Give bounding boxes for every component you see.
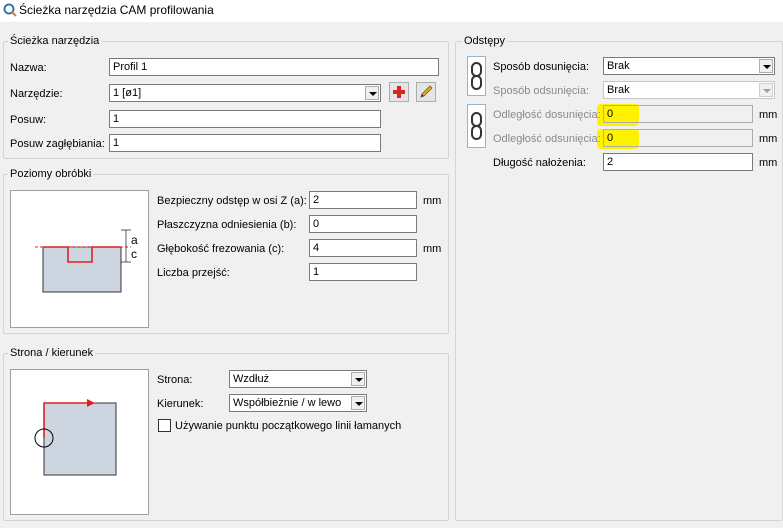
side-select[interactable]: Wzdłuż — [229, 370, 367, 388]
chevron-down-icon — [759, 59, 773, 73]
chevron-down-icon — [351, 396, 365, 410]
direction-select[interactable]: Współbieżnie / w lewo — [229, 394, 367, 412]
side-group-label: Strona / kierunek — [8, 347, 96, 360]
chevron-down-icon — [351, 372, 365, 386]
retract-method-select[interactable]: Brak — [603, 81, 775, 99]
approach-link-button[interactable] — [467, 56, 486, 96]
milling-depth-label: Głębokość frezowania (c): — [157, 243, 285, 255]
app-q-icon — [3, 3, 17, 17]
reference-plane-label: Płaszczyzna odniesienia (b): — [157, 219, 297, 231]
retract-distance-label: Odległość odsunięcia: — [493, 133, 601, 145]
tool-select[interactable]: 1 [ø1] — [109, 84, 381, 102]
plunge-input[interactable]: 1 — [109, 134, 381, 152]
edit-tool-button[interactable] — [416, 82, 436, 102]
levels-diagram: a c — [10, 190, 149, 328]
approach-method-value: Brak — [607, 60, 630, 72]
overlap-length-unit: mm — [759, 157, 778, 169]
chain-link-icon — [471, 112, 482, 140]
feed-label: Posuw: — [10, 114, 47, 126]
approach-distance-input[interactable]: 0 — [603, 105, 753, 123]
approach-method-label: Sposób dosunięcia: — [493, 61, 590, 73]
safe-distance-unit: mm — [423, 195, 442, 207]
direction-label: Kierunek: — [157, 398, 204, 410]
passes-label: Liczba przejść: — [157, 267, 230, 279]
toolpath-group-label: Ścieżka narzędzia — [8, 35, 102, 48]
window-title: Ścieżka narzędzia CAM profilowania — [19, 3, 214, 17]
reference-plane-input[interactable]: 0 — [309, 215, 417, 233]
tool-label: Narzędzie: — [10, 88, 63, 100]
approach-distance-unit: mm — [759, 109, 778, 121]
polyline-start-label: Używanie punktu początkowego linii łaman… — [175, 420, 402, 432]
offsets-group-label: Odstępy — [462, 35, 507, 48]
name-label: Nazwa: — [10, 62, 47, 74]
milling-depth-input[interactable]: 4 — [309, 239, 417, 257]
title-bar: Ścieżka narzędzia CAM profilowania — [0, 0, 783, 22]
overlap-length-input[interactable]: 2 — [603, 153, 753, 171]
direction-select-value: Współbieżnie / w lewo — [233, 397, 342, 409]
retract-distance-unit: mm — [759, 133, 778, 145]
chain-link-icon — [471, 62, 482, 90]
polyline-start-checkbox[interactable] — [158, 419, 171, 432]
retract-distance-input[interactable]: 0 — [603, 129, 753, 147]
levels-diagram-drawing: a c — [35, 229, 138, 293]
safe-distance-input[interactable]: 2 — [309, 191, 417, 209]
retract-method-label: Sposób odsunięcia: — [493, 85, 590, 97]
milling-depth-unit: mm — [423, 243, 442, 255]
side-diagram-drawing — [34, 399, 117, 476]
approach-distance-label: Odległość dosunięcia: — [493, 109, 601, 121]
name-input[interactable]: Profil 1 — [109, 58, 439, 76]
approach-method-select[interactable]: Brak — [603, 57, 775, 75]
retract-method-value: Brak — [607, 84, 630, 96]
distance-link-button[interactable] — [467, 104, 486, 148]
chevron-down-icon — [759, 83, 773, 97]
chevron-down-icon — [365, 86, 379, 100]
passes-input[interactable]: 1 — [309, 263, 417, 281]
overlap-length-label: Długość nałożenia: — [493, 157, 586, 169]
pencil-icon — [420, 85, 433, 98]
diagram-label-a: a — [131, 233, 138, 247]
safe-distance-label: Bezpieczny odstęp w osi Z (a): — [157, 195, 307, 207]
add-tool-button[interactable] — [389, 82, 409, 102]
tool-select-value: 1 [ø1] — [113, 87, 142, 99]
side-label: Strona: — [157, 374, 193, 386]
levels-group-label: Poziomy obróbki — [8, 168, 94, 181]
plus-icon — [393, 86, 405, 98]
diagram-label-c: c — [131, 247, 137, 261]
plunge-label: Posuw zagłębiania: — [10, 138, 105, 150]
feed-input[interactable]: 1 — [109, 110, 381, 128]
side-select-value: Wzdłuż — [233, 373, 270, 385]
side-diagram — [10, 369, 149, 515]
